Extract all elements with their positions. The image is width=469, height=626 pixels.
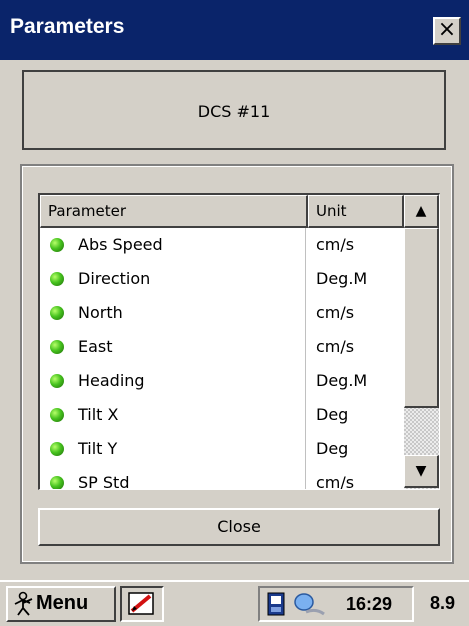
table-row[interactable]: Direction Deg.M [40,262,404,296]
status-value: 8.9 [430,593,456,613]
parameter-unit: Deg [316,439,349,458]
title-bar: Parameters × [0,0,469,60]
system-tray: 16:29 [258,586,414,622]
parameter-unit: cm/s [316,473,355,490]
menu-label: Menu [36,592,89,614]
parameter-name: SP Std [40,466,306,489]
table-row[interactable]: Abs Speed cm/s [40,228,404,262]
device-label: DCS #11 [197,102,271,121]
parameter-name: Abs Speed [40,228,306,262]
pen-app-icon [128,592,154,615]
parameter-unit: cm/s [316,337,355,356]
device-header-box: DCS #11 [22,70,446,150]
scroll-up-button[interactable]: ▲ [404,195,439,228]
parameter-unit: cm/s [316,235,355,254]
scroll-down-button[interactable]: ▼ [404,455,439,488]
close-window-button[interactable]: × [433,17,461,45]
parameter-name: Tilt Y [40,432,306,466]
parameter-unit: cm/s [316,303,355,322]
parameter-unit: Deg [316,405,349,424]
parameter-name: East [40,330,306,364]
parameter-unit: Deg.M [316,269,368,288]
close-button[interactable]: Close [38,508,440,546]
clock[interactable]: 16:29 [346,594,392,615]
storage-card-icon[interactable] [266,592,286,616]
parameter-name: Direction [40,262,306,296]
taskbar: Menu 16:29 8.9 [0,580,469,626]
vertical-scrollbar[interactable]: ▲ ▼ [404,195,439,489]
parameter-unit: Deg.M [316,371,368,390]
column-header-parameter[interactable]: Parameter [40,195,308,228]
parameter-name: North [40,296,306,330]
table-row[interactable]: SP Std cm/s [40,466,404,490]
table-row[interactable]: Heading Deg.M [40,364,404,398]
pen-app-button[interactable] [120,586,164,622]
start-menu-button[interactable]: Menu [6,586,116,622]
window-title: Parameters [10,15,125,38]
parameter-name: Tilt X [40,398,306,432]
table-row[interactable]: North cm/s [40,296,404,330]
parameter-name: Heading [40,364,306,398]
network-icon[interactable] [292,592,326,616]
table-row[interactable]: East cm/s [40,330,404,364]
column-header-unit[interactable]: Unit [308,195,404,228]
table-row[interactable]: Tilt X Deg [40,398,404,432]
table-row[interactable]: Tilt Y Deg [40,432,404,466]
parameter-list[interactable]: Parameter Unit Abs Speed cm/s Direction … [38,193,440,490]
start-figure-icon [14,591,33,616]
scrollbar-thumb[interactable] [404,228,439,408]
